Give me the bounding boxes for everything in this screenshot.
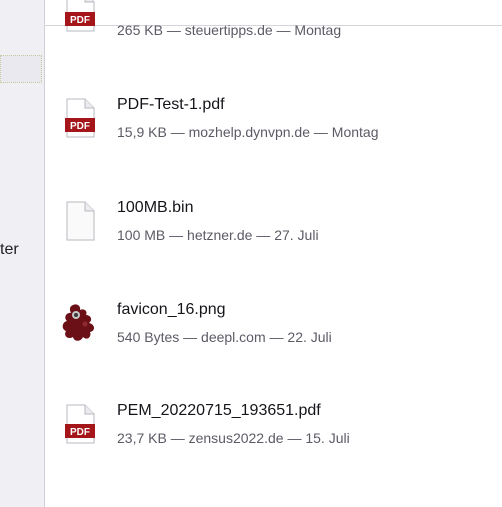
download-filename: 100MB.bin [117, 199, 194, 216]
download-meta: 15,9 KB — mozhelp.dynvpn.de — Montag [117, 124, 379, 140]
list-item[interactable]: 100MB.bin 100 MB — hetzner.de — 27. Juli [45, 191, 502, 271]
downloads-list: PDF 265 KB — steuertipps.de — Montag PDF… [45, 0, 502, 507]
download-filename: PEM_20220715_193651.pdf [117, 402, 321, 419]
svg-text:PDF: PDF [70, 15, 90, 26]
sidebar: ter [0, 0, 44, 507]
download-meta: 540 Bytes — deepl.com — 22. Juli [117, 329, 332, 345]
pdf-file-icon: PDF [65, 404, 95, 444]
list-item[interactable]: PDF PDF-Test-1.pdf 15,9 KB — mozhelp.dyn… [45, 88, 502, 168]
pdf-file-icon: PDF [65, 98, 95, 138]
download-meta: 100 MB — hetzner.de — 27. Juli [117, 227, 319, 243]
pdf-file-icon: PDF [65, 0, 95, 32]
download-filename: favicon_16.png [117, 301, 226, 318]
download-meta: 265 KB — steuertipps.de — Montag [117, 22, 342, 38]
svg-text:PDF: PDF [70, 121, 90, 132]
sidebar-item-label[interactable]: ter [0, 241, 19, 259]
sidebar-item-selected[interactable] [0, 55, 42, 83]
list-item[interactable]: PDF PEM_20220715_193651.pdf 23,7 KB — ze… [45, 394, 502, 474]
image-file-icon [62, 304, 95, 341]
download-filename: PDF-Test-1.pdf [117, 96, 225, 113]
list-item[interactable]: PDF 265 KB — steuertipps.de — Montag [45, 0, 502, 38]
generic-file-icon [66, 201, 95, 241]
download-meta: 23,7 KB — zensus2022.de — 15. Juli [117, 430, 350, 446]
svg-text:PDF: PDF [70, 427, 90, 438]
list-item[interactable]: favicon_16.png 540 Bytes — deepl.com — 2… [45, 293, 502, 373]
